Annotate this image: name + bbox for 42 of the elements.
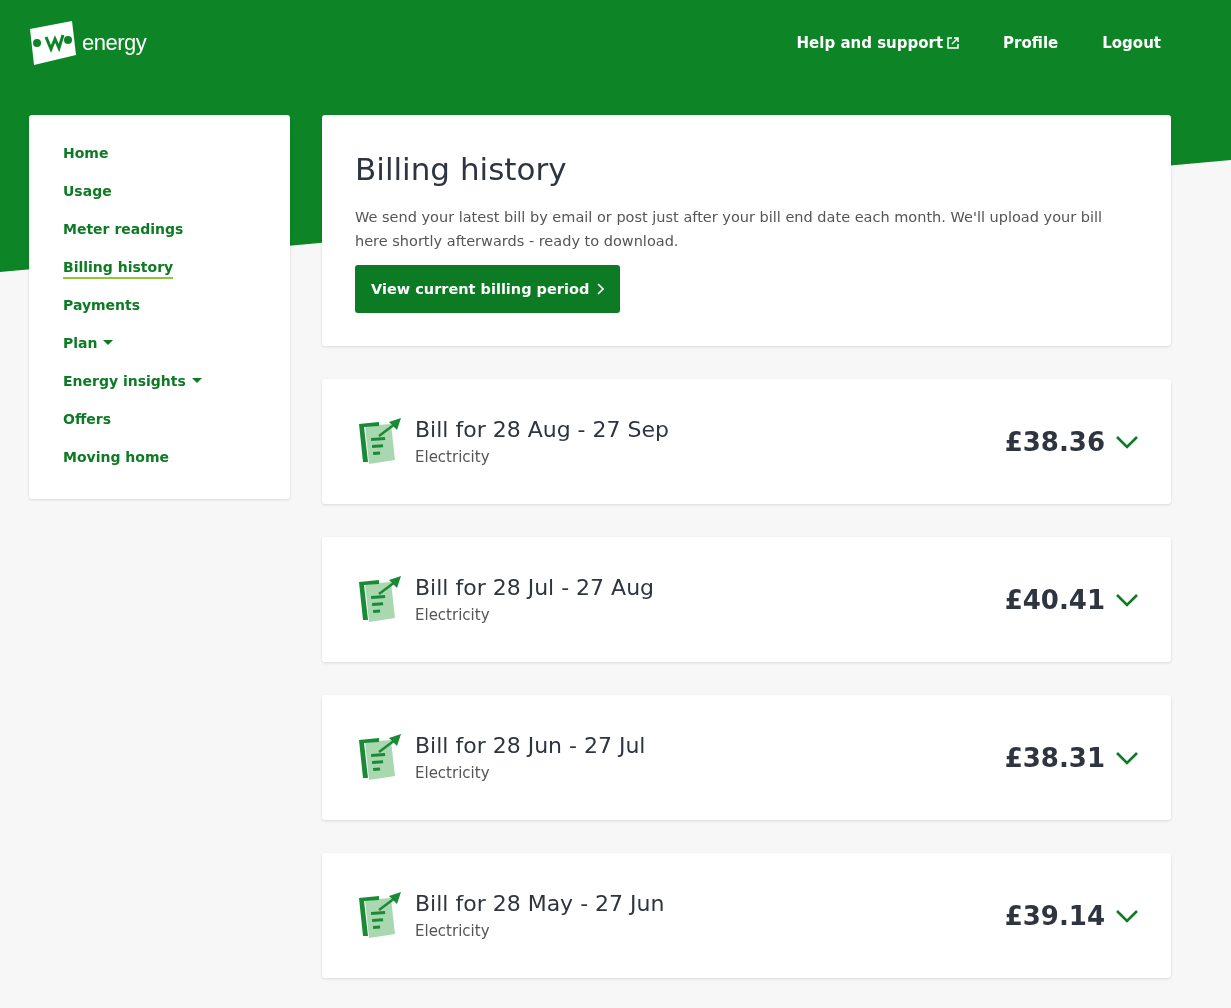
page-title: Billing history bbox=[355, 151, 568, 187]
bill-title: Bill for 28 Jul - 27 Aug bbox=[415, 575, 655, 600]
chevron-icon[interactable] bbox=[1115, 592, 1139, 607]
fuel-type: Electricity bbox=[415, 448, 491, 466]
bill-document-icon bbox=[357, 575, 403, 624]
bill-amount: £40.41 bbox=[1004, 584, 1105, 615]
bill-title: Bill for 28 May - 27 Jun bbox=[415, 891, 665, 916]
bill-title: Bill for 28 Aug - 27 Sep bbox=[415, 417, 669, 442]
logo-icon bbox=[28, 19, 78, 67]
chevron-icon[interactable] bbox=[1115, 908, 1139, 923]
nav-item[interactable]: Energy insights bbox=[63, 373, 202, 393]
bill-document-icon bbox=[357, 733, 403, 782]
nav-item[interactable]: Home bbox=[63, 145, 109, 165]
chevron-icon[interactable] bbox=[1115, 434, 1139, 449]
chevron-right-icon bbox=[597, 283, 605, 295]
header-link[interactable]: Help and support bbox=[796, 34, 960, 52]
bill-card[interactable]: Bill for 28 Aug - 27 Sep Electricity £38.36 bbox=[322, 379, 1171, 504]
bill-card[interactable]: Bill for 28 Jul - 27 Aug Electricity £40.41 bbox=[322, 537, 1171, 662]
fuel-type: Electricity bbox=[415, 606, 491, 624]
bill-title: Bill for 28 Jun - 27 Jul bbox=[415, 733, 646, 758]
bill-amount: £39.14 bbox=[1004, 900, 1105, 931]
intro-text: We send your latest bill by email or post just after your bill end date each month. We'll upload your bill here shortly afterwards - ready to download. bbox=[355, 208, 1104, 251]
nav-item[interactable]: Payments bbox=[63, 297, 141, 317]
bill-document-icon bbox=[357, 891, 403, 940]
logo-text: energy bbox=[82, 30, 147, 56]
nav-item[interactable]: Plan bbox=[63, 335, 114, 355]
header-link[interactable]: Logout bbox=[1102, 34, 1161, 52]
bill-card[interactable]: Bill for 28 Jun - 27 Jul Electricity £38.31 bbox=[322, 695, 1171, 820]
nav-item[interactable]: Offers bbox=[63, 411, 111, 431]
nav-item[interactable]: Moving home bbox=[63, 449, 169, 469]
header-link[interactable]: Profile bbox=[1003, 34, 1059, 52]
nav-item[interactable]: Usage bbox=[63, 183, 112, 203]
nav-item[interactable]: Meter readings bbox=[63, 221, 184, 241]
fuel-type: Electricity bbox=[415, 764, 491, 782]
fuel-type: Electricity bbox=[415, 922, 491, 940]
bill-amount: £38.36 bbox=[1004, 426, 1105, 457]
view-billing-period-button[interactable]: View current billing period bbox=[355, 265, 621, 313]
bill-card[interactable]: Bill for 28 May - 27 Jun Electricity £39.14 bbox=[322, 853, 1171, 978]
nav-item[interactable]: Billing history bbox=[63, 259, 174, 279]
bill-amount: £38.31 bbox=[1004, 742, 1105, 773]
chevron-icon[interactable] bbox=[1115, 750, 1139, 765]
bill-document-icon bbox=[357, 417, 403, 466]
